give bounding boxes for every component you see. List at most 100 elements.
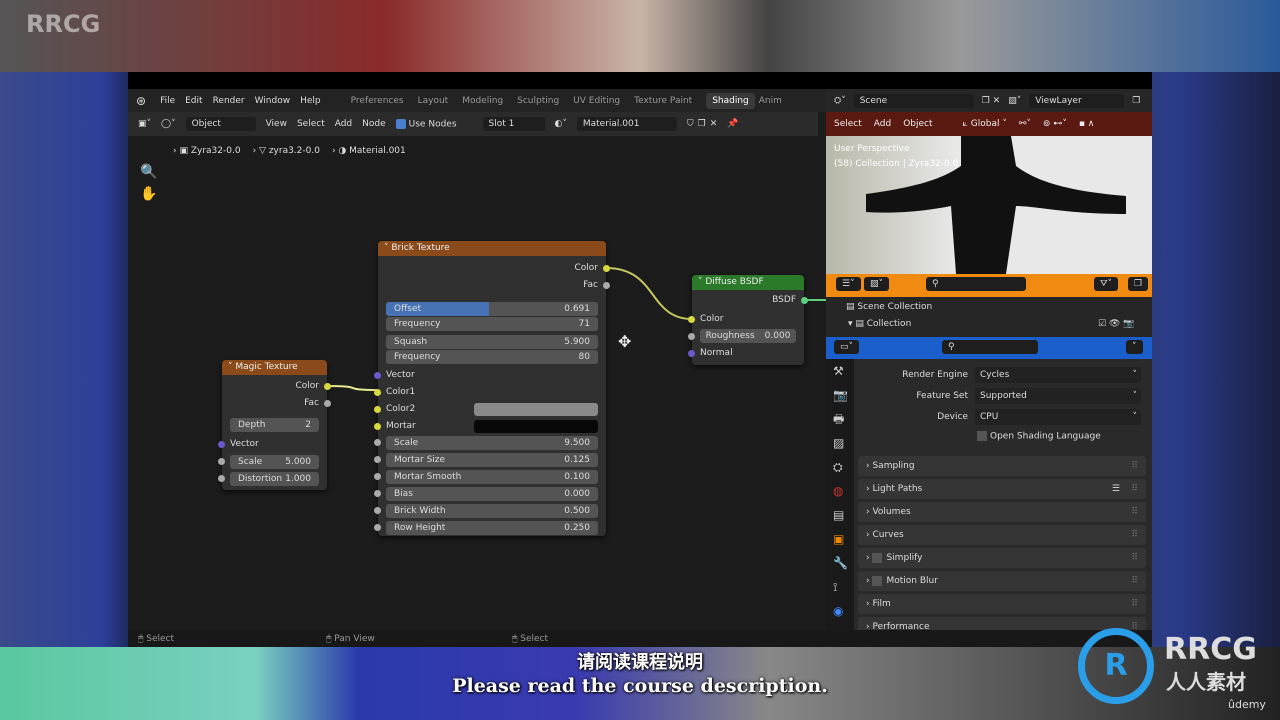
input-vector-socket[interactable] [374,372,381,379]
color2-swatch[interactable] [474,403,598,416]
view-layer-icon[interactable]: ▨˅ [1008,96,1021,106]
brick-texture-node[interactable]: ˅ Brick Texture Color Fac Offset 0.691 Fr… [374,241,610,536]
new-collection-icon[interactable]: ❐ [1128,277,1149,291]
outliner-search-input[interactable]: ⚲ [926,277,1026,291]
output-fac-socket[interactable] [324,400,331,407]
output-color-socket[interactable] [324,383,331,390]
status-bar: 🖱 Select 🖱 Pan View 🖱 Select [128,630,1152,647]
input-mortar-socket[interactable] [374,423,381,430]
outliner-collection[interactable]: ▾ ▤ Collection [848,319,911,329]
new-view-layer-icon[interactable]: ❐ [1132,96,1140,106]
input-distortion-socket[interactable] [218,475,225,482]
magic-texture-node[interactable]: ˅ Magic Texture Color Fac Depth 2 Vector … [218,360,331,490]
view-layer-tab-icon[interactable]: ▨ [833,431,854,455]
viewport-header: Select Add Object ⟀ Global ˅ ⚯˅ ⊚ ⊷˅ ▪ ∧ [826,112,1152,136]
outliner: ▤ Scene Collection ▾ ▤ Collection ☑ 👁 📷 [826,297,1152,337]
brick-field[interactable]: Mortar Size 0.125 [386,453,598,467]
field-value: 0.000 [564,489,590,499]
editor-type-icon[interactable]: ▭˅ [834,340,860,354]
panel-film[interactable]: › Film ⠿ [858,594,1146,614]
feature-set-dropdown[interactable]: Supported ˅ [975,388,1141,404]
viewport-menu-add[interactable]: Add [874,119,891,129]
input-scale-socket[interactable] [218,458,225,465]
input-socket[interactable] [374,490,381,497]
node-header[interactable]: ˅ Magic Texture [222,360,327,375]
depth-field[interactable]: Depth 2 [230,418,319,432]
viewport-menu-select[interactable]: Select [834,119,862,129]
input-socket[interactable] [374,524,381,531]
input-color1-socket[interactable] [374,389,381,396]
field-value: 0.100 [564,472,590,482]
render-engine-label: Render Engine [902,370,968,380]
panel-curves[interactable]: › Curves ⠿ [858,525,1146,545]
input-socket[interactable] [374,473,381,480]
viewport-menu-object[interactable]: Object [903,119,932,129]
frequency-field[interactable]: Frequency 71 [386,317,598,331]
proportional-icon[interactable]: ▪ ∧ [1079,119,1095,129]
render-tab-icon[interactable]: 📷 [833,383,854,407]
properties-search-input[interactable]: ⚲ [942,340,1038,354]
brick-field[interactable]: Brick Width 0.500 [386,504,598,518]
field-value: 9.500 [564,438,590,448]
filter-view-icon[interactable]: ▨˅ [864,277,890,291]
object-tab-icon[interactable]: ▣ [833,527,854,551]
input-vector-socket[interactable] [218,441,225,448]
tool-tab-icon[interactable]: ⚒ [833,359,854,383]
output-color-socket[interactable] [603,265,610,272]
node-header[interactable]: ˅ Diffuse BSDF [692,275,804,290]
options-dropdown-icon[interactable]: ˅ [1126,340,1143,354]
brick-field[interactable]: Row Height 0.250 [386,521,598,535]
physics-tab-icon[interactable]: ◉ [833,599,854,623]
output-bsdf-socket[interactable] [801,297,808,304]
world-tab-icon[interactable]: ◍ [833,479,854,503]
panel-simplify[interactable]: › Simplify ⠿ [858,548,1146,568]
new-scene-icon[interactable]: ❐ ✕ [982,96,1000,106]
scene-tab-icon[interactable]: ⛭ [833,455,854,479]
filter-icon[interactable]: ⛛˅ [1094,277,1119,291]
input-socket[interactable] [374,456,381,463]
roughness-field[interactable]: Roughness 0.000 [700,329,796,343]
modifier-tab-icon[interactable]: 🔧 [833,551,854,575]
offset-slider[interactable]: Offset 0.691 [386,302,598,316]
pivot-icon[interactable]: ⚯˅ [1019,119,1031,129]
particles-tab-icon[interactable]: ⟟ [833,575,854,599]
panel-motion-blur[interactable]: › Motion Blur ⠿ [858,571,1146,591]
render-engine-dropdown[interactable]: Cycles ˅ [975,367,1141,383]
diffuse-bsdf-node[interactable]: ˅ Diffuse BSDF BSDF Color Roughness 0.000… [688,275,808,365]
output-color-label: Color [295,381,320,391]
input-socket[interactable] [374,507,381,514]
input-color2-socket[interactable] [374,406,381,413]
display-mode-icon[interactable]: ☰˅ [836,277,861,291]
squash-field[interactable]: Squash 5.900 [386,335,598,349]
panel-sampling[interactable]: › Sampling ⠿ [858,456,1146,476]
collection-visibility-icons[interactable]: ☑ 👁 📷 [1098,319,1134,329]
osl-checkbox[interactable]: Open Shading Language [977,431,1101,442]
squash-frequency-field[interactable]: Frequency 80 [386,350,598,364]
device-dropdown[interactable]: CPU ˅ [975,409,1141,425]
snap-icon[interactable]: ⊚ ⊷˅ [1043,119,1067,129]
input-color-socket[interactable] [688,316,695,323]
input-socket[interactable] [374,439,381,446]
mortar-swatch[interactable] [474,420,598,433]
brick-field[interactable]: Scale 9.500 [386,436,598,450]
distortion-field[interactable]: Distortion 1.000 [230,472,319,486]
collection-tab-icon[interactable]: ▤ [833,503,854,527]
brick-field[interactable]: Bias 0.000 [386,487,598,501]
scene-icon[interactable]: ⛭˅ [834,96,846,106]
output-fac-socket[interactable] [603,282,610,289]
input-normal-socket[interactable] [688,350,695,357]
3d-viewport[interactable]: User Perspective (58) Collection | Zyra3… [826,136,1152,274]
orientation-dropdown[interactable]: ⟀ Global ˅ [963,119,1007,129]
scene-field[interactable]: Scene [853,93,974,108]
panel-volumes[interactable]: › Volumes ⠿ [858,502,1146,522]
node-header[interactable]: ˅ Brick Texture [378,241,606,256]
field-label: Brick Width [394,506,446,516]
view-layer-field[interactable]: ViewLayer [1029,93,1125,108]
scale-field[interactable]: Scale 5.000 [230,455,319,469]
brick-field[interactable]: Mortar Smooth 0.100 [386,470,598,484]
panel-light-paths[interactable]: › Light Paths ☰ ⠿ [858,479,1146,499]
outliner-scene-collection[interactable]: ▤ Scene Collection [846,302,932,312]
input-roughness-socket[interactable] [688,333,695,340]
drag-handle-icon: ⠿ [1131,530,1138,540]
output-tab-icon[interactable]: 🖶 [833,407,854,431]
